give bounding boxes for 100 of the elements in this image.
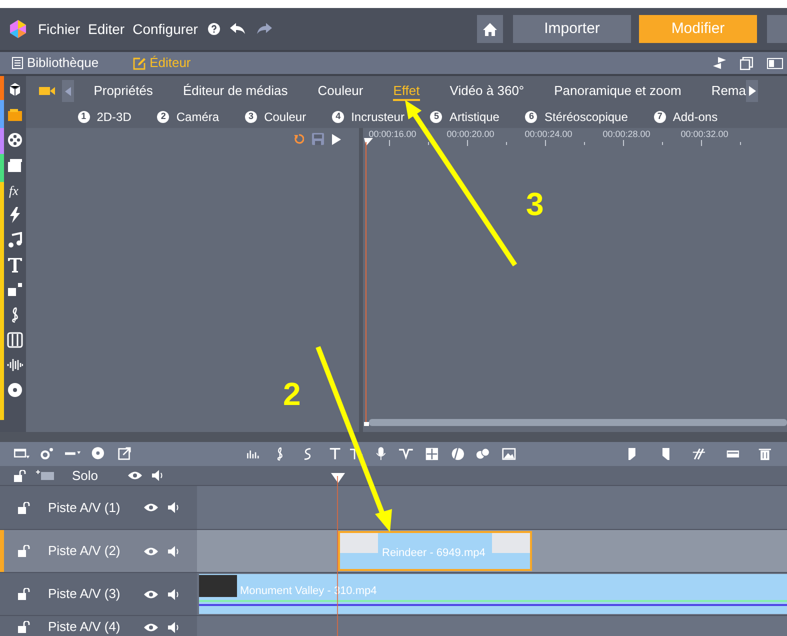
transition-icon[interactable] — [399, 446, 415, 462]
number-badge: 4 — [332, 111, 344, 123]
track-header[interactable]: Piste A/V (1) — [0, 486, 197, 529]
right-arrow-icon — [748, 86, 756, 96]
menu-item[interactable]: Editer — [88, 18, 125, 40]
gear-icon[interactable] — [40, 446, 56, 462]
add-track-icon[interactable] — [36, 470, 54, 481]
eye-icon[interactable] — [144, 590, 158, 598]
solo-label[interactable]: Solo — [72, 466, 98, 486]
mode-button[interactable]: Importer — [513, 15, 631, 43]
stacked-pages-icon[interactable] — [6, 157, 23, 173]
disc-icon[interactable] — [90, 446, 106, 462]
film-reel-icon[interactable] — [6, 132, 23, 148]
speaker-icon[interactable] — [168, 588, 180, 600]
video-thumbnail — [340, 533, 378, 553]
help-icon[interactable] — [208, 23, 220, 35]
squares-icon[interactable] — [6, 282, 23, 298]
category-tab[interactable]: Couleur — [264, 108, 306, 126]
speaker-icon[interactable] — [152, 470, 164, 481]
effect-tab[interactable]: Propriétés — [94, 81, 153, 101]
track-header[interactable]: Piste A/V (4) — [0, 616, 197, 636]
playhead-marker[interactable] — [364, 138, 374, 428]
export-icon[interactable] — [118, 446, 134, 462]
eye-icon[interactable] — [128, 471, 142, 480]
play-icon[interactable] — [332, 134, 341, 144]
list-icon — [12, 57, 23, 69]
view-tab[interactable]: Bibliothèque — [12, 53, 99, 73]
category-tab[interactable]: Stéréoscopique — [544, 108, 628, 126]
number-badge: 3 — [245, 111, 258, 123]
number-badge: 5 — [430, 111, 442, 123]
time-label: 00:00:16.00 — [368, 128, 416, 141]
razor-icon[interactable] — [692, 446, 708, 462]
track-name: Piste A/V (4) — [48, 618, 122, 636]
image-icon[interactable] — [502, 446, 518, 462]
menu-item[interactable]: Fichier — [38, 18, 80, 40]
speaker-icon[interactable] — [168, 622, 180, 632]
color-circle-icon[interactable] — [450, 446, 466, 462]
trash-icon[interactable] — [758, 446, 774, 462]
category-tab[interactable]: Artistique — [449, 108, 500, 126]
time-label: 00:00:28.00 — [602, 128, 650, 141]
eye-icon[interactable] — [144, 503, 158, 512]
time-label: 00:00:32.00 — [680, 128, 728, 141]
disc-icon[interactable] — [6, 382, 23, 398]
swap-icon[interactable] — [713, 57, 726, 69]
eye-icon[interactable] — [144, 546, 158, 556]
speaker-icon[interactable] — [168, 502, 180, 513]
undo-icon[interactable] — [230, 23, 246, 35]
effect-tab[interactable]: Vidéo à 360° — [450, 81, 524, 101]
text-icon[interactable] — [6, 257, 23, 273]
category-tab[interactable]: Incrusteur — [351, 108, 404, 126]
music-note-icon[interactable] — [6, 232, 23, 248]
effect-tab[interactable]: Éditeur de médias — [182, 81, 288, 101]
track-name: Piste A/V (1) — [48, 498, 122, 517]
layout-icon[interactable] — [767, 58, 783, 68]
clip-name: Reindeer - 6949.mp4 — [382, 546, 486, 561]
category-tab[interactable]: Add-ons — [672, 108, 718, 126]
speaker-icon[interactable] — [168, 546, 180, 556]
time-label: 00:00:20.00 — [446, 128, 494, 141]
track-header[interactable]: Piste A/V (3) — [0, 573, 197, 615]
time-label: 00:00:24.00 — [524, 128, 572, 141]
scroll-bar[interactable] — [368, 419, 787, 426]
edit-icon — [132, 56, 146, 70]
redo-icon[interactable] — [256, 23, 272, 35]
eye-icon[interactable] — [144, 622, 158, 632]
lock-icon[interactable] — [18, 588, 30, 600]
category-tab[interactable]: Caméra — [176, 108, 220, 126]
category-tab[interactable]: 2D-3D — [96, 108, 132, 126]
left-arrow-icon — [64, 86, 71, 96]
annotation-number: 2 — [283, 378, 301, 410]
effect-tab[interactable]: Couleur — [318, 81, 364, 101]
sound-wave-icon[interactable] — [6, 357, 23, 373]
lock-icon[interactable] — [14, 470, 26, 482]
number-badge: 2 — [157, 111, 170, 123]
effect-tab[interactable]: Rema — [711, 81, 746, 101]
menu-item[interactable]: Configurer — [132, 18, 198, 40]
scroll-left-button[interactable] — [62, 80, 74, 102]
effect-tab[interactable]: Panoramique et zoom — [554, 81, 682, 101]
piano-keys-icon[interactable] — [6, 332, 23, 348]
home-button[interactable] — [477, 15, 503, 43]
scroll-right-button[interactable] — [746, 80, 758, 102]
annotation-number: 3 — [526, 188, 544, 220]
grid-icon[interactable] — [424, 446, 441, 462]
fx-icon[interactable]: fx — [6, 182, 23, 198]
camera-icon[interactable] — [38, 86, 55, 96]
track-header[interactable]: Piste A/V (2) — [0, 530, 197, 572]
number-badge: 6 — [525, 111, 538, 123]
number-badge: 1 — [78, 111, 90, 123]
folders-icon[interactable] — [6, 107, 23, 123]
playhead-marker[interactable] — [331, 473, 345, 483]
reset-icon[interactable] — [294, 134, 304, 144]
lock-icon[interactable] — [18, 545, 30, 557]
video-thumbnail — [492, 533, 530, 553]
home-icon — [483, 22, 497, 36]
detach-icon[interactable] — [740, 56, 753, 70]
lock-icon[interactable] — [18, 621, 30, 633]
video-thumbnail — [199, 575, 237, 597]
app-logo-icon — [8, 19, 28, 39]
lock-icon[interactable] — [18, 502, 30, 514]
track-name: Piste A/V (3) — [48, 585, 122, 604]
number-badge: 7 — [654, 111, 666, 123]
